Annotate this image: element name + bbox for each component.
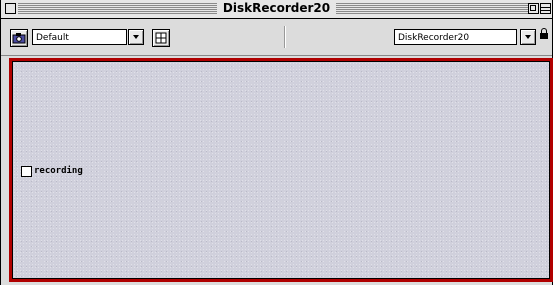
collapse-box-icon[interactable] (540, 3, 551, 14)
grid-icon[interactable] (152, 29, 170, 47)
view-popup[interactable]: Default (32, 29, 127, 45)
zoom-box-icon[interactable] (528, 3, 539, 14)
title-bar[interactable]: DiskRecorder20 (1, 0, 552, 19)
view-popup-arrow-icon[interactable] (128, 29, 144, 45)
recording-toggle-checkbox[interactable] (21, 166, 32, 177)
lock-icon[interactable] (540, 28, 548, 39)
camera-icon[interactable] (10, 29, 28, 47)
patcher-popup[interactable]: DiskRecorder20 (394, 29, 517, 45)
patcher-popup-value: DiskRecorder20 (398, 33, 470, 43)
view-popup-value: Default (36, 33, 69, 43)
toolbar-divider (284, 26, 285, 48)
window-title: DiskRecorder20 (1, 1, 552, 15)
patcher-canvas-frame: recording (9, 58, 553, 282)
patcher-popup-arrow-icon[interactable] (520, 29, 536, 45)
patcher-window: DiskRecorder20 Default DiskRecorder20 re… (0, 0, 553, 285)
recording-toggle-label: recording (34, 166, 83, 176)
patcher-canvas[interactable]: recording (13, 62, 549, 278)
patcher-toolbar: Default DiskRecorder20 (1, 19, 552, 56)
